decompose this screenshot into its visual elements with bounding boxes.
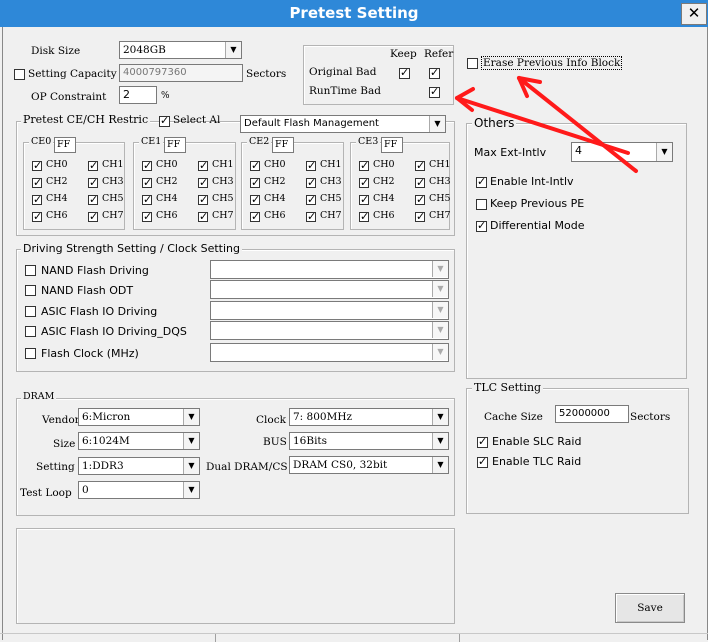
annotation-arrows — [455, 76, 638, 173]
